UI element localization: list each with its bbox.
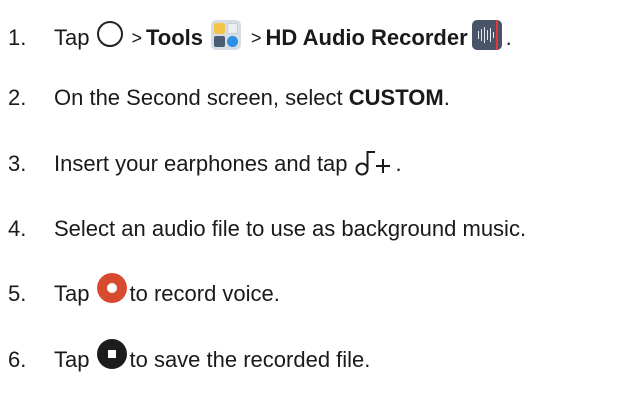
- step-text: to record voice.: [129, 281, 280, 306]
- step-4: 4. Select an audio file to use as backgr…: [8, 209, 526, 249]
- home-icon: [97, 21, 124, 47]
- custom-label: CUSTOM: [348, 85, 444, 110]
- step-text: to save the recorded file.: [129, 347, 371, 372]
- tools-folder-icon: [211, 20, 242, 50]
- step-tap-text: Tap: [54, 281, 90, 306]
- step-end-period: .: [395, 151, 402, 176]
- instruction-steps: 1. Tap > Tools > HD Audio Recorder . 2. …: [0, 0, 629, 398]
- add-music-icon: [354, 149, 392, 179]
- step-number: 6.: [8, 347, 27, 372]
- step-number: 4.: [8, 216, 27, 241]
- step-tap-text: Tap: [54, 25, 90, 50]
- tools-label: Tools: [146, 25, 204, 50]
- stop-icon: [97, 339, 128, 369]
- step-1: 1. Tap > Tools > HD Audio Recorder .: [8, 18, 512, 58]
- step-number: 3.: [8, 151, 27, 176]
- step-text: On the Second screen, select: [54, 85, 343, 110]
- step-end-period: .: [443, 85, 450, 110]
- record-icon: [97, 273, 128, 303]
- step-2: 2. On the Second screen, select CUSTOM.: [8, 78, 450, 118]
- hd-audio-recorder-icon: [471, 20, 502, 50]
- hd-audio-recorder-label: HD Audio Recorder: [265, 25, 468, 50]
- step-text: Insert your earphones and tap: [54, 151, 348, 176]
- step-number: 5.: [8, 281, 27, 306]
- step-5: 5. Tap to record voice.: [8, 273, 280, 314]
- step-text: Select an audio file to use as backgroun…: [54, 216, 527, 241]
- step-end-period: .: [505, 25, 512, 50]
- separator-arrow: >: [131, 27, 142, 48]
- separator-arrow: >: [251, 27, 262, 48]
- step-3: 3. Insert your earphones and tap .: [8, 144, 402, 184]
- step-tap-text: Tap: [54, 347, 90, 372]
- step-number: 2.: [8, 85, 27, 110]
- step-number: 1.: [8, 25, 27, 50]
- step-6: 6. Tap to save the recorded file.: [8, 339, 371, 380]
